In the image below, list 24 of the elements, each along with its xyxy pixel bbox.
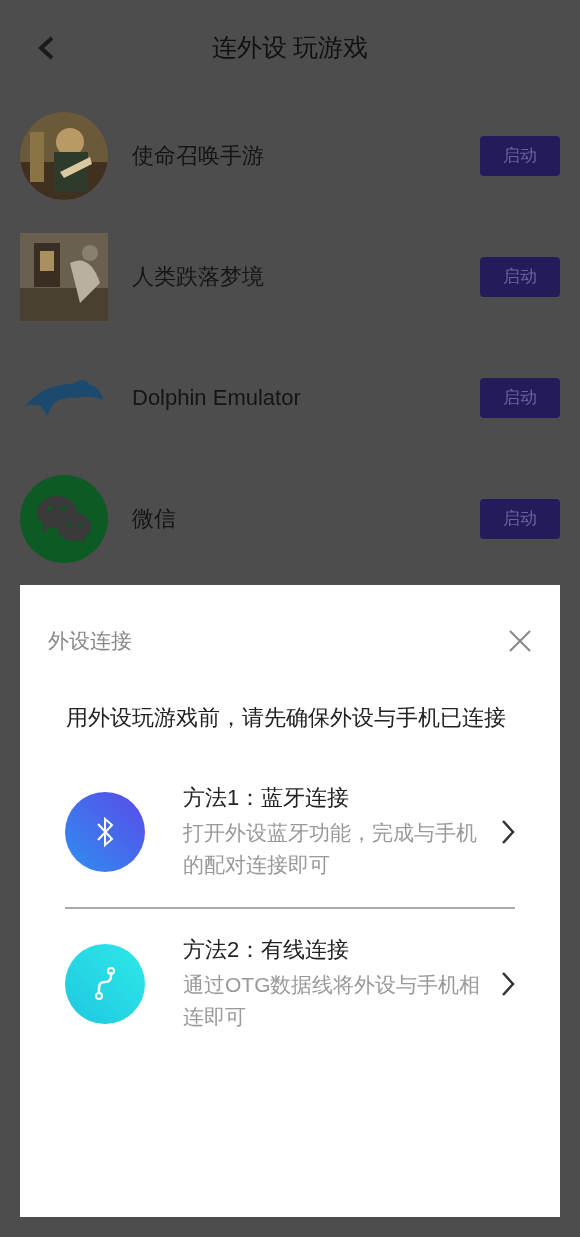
cable-icon [65, 943, 145, 1024]
app-name: Dolphin Emulator [132, 384, 302, 412]
launch-button[interactable]: 启动 [480, 256, 560, 297]
method-title: 方法1：蓝牙连接 [183, 783, 351, 812]
launch-button[interactable]: 启动 [480, 135, 560, 176]
dialog-title: 外设连接 [48, 628, 132, 654]
method-item[interactable]: 方法2：有线连接 通过OTG数据线将外设与手机相连即可 [20, 936, 560, 1031]
method-item[interactable]: 方法1：蓝牙连接 打开外设蓝牙功能，完成与手机的配对连接即可 [20, 784, 560, 879]
bluetooth-icon [65, 791, 145, 872]
method-description: 打开外设蓝牙功能，完成与手机的配对连接即可 [183, 819, 478, 878]
app-name: 使命召唤手游 [132, 142, 265, 170]
page-title: 连外设 玩游戏 [211, 31, 369, 63]
close-icon[interactable] [508, 628, 532, 653]
dialog-intro: 用外设玩游戏前，请先确保外设与手机已连接 [66, 703, 507, 732]
method-description: 通过OTG数据线将外设与手机相连即可 [183, 971, 482, 1030]
app-name: 微信 [132, 505, 177, 533]
back-icon[interactable] [36, 36, 56, 60]
launch-button[interactable]: 启动 [480, 498, 560, 539]
launch-button[interactable]: 启动 [480, 377, 560, 418]
method-title: 方法2：有线连接 [183, 935, 351, 964]
chevron-right-icon [501, 970, 515, 997]
app-name: 人类跌落梦境 [132, 263, 265, 291]
chevron-right-icon [501, 818, 515, 845]
chat-bubbles-icon [20, 474, 108, 563]
